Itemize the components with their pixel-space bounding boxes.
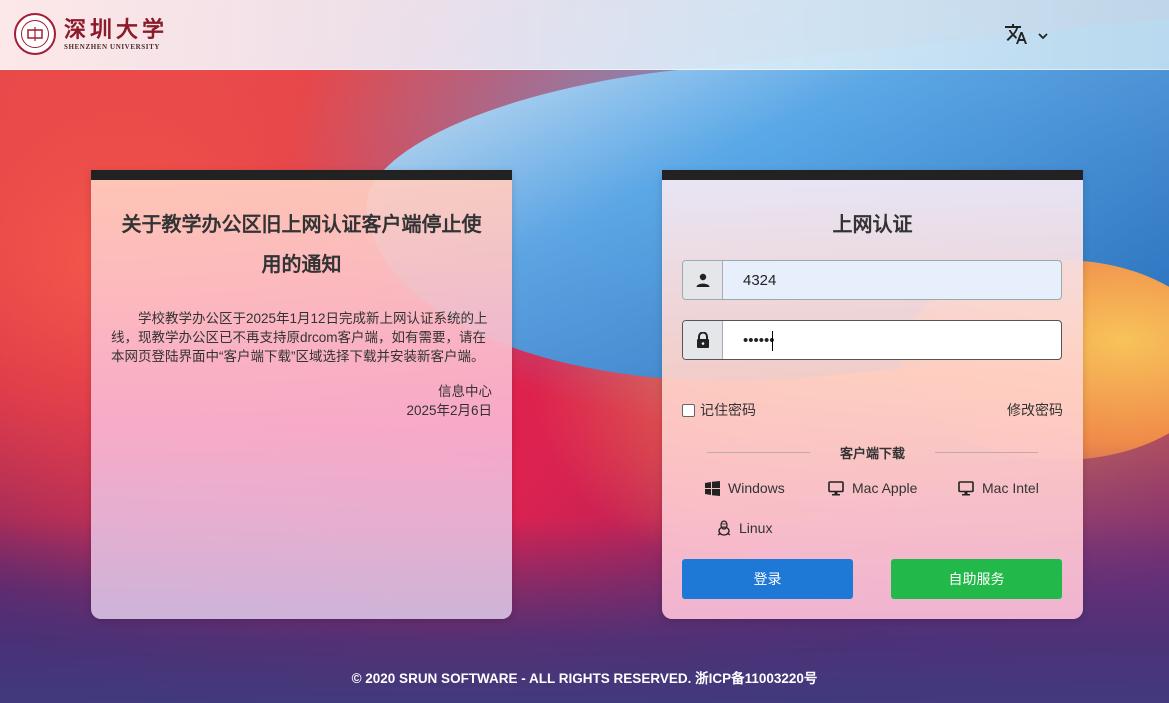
self-service-button[interactable]: 自助服务 [891, 559, 1062, 599]
login-card: 上网认证 记住密码 修改密码 客户端下载 Windows Mac Apple [662, 170, 1083, 619]
download-label: Mac Apple [852, 480, 918, 496]
login-button[interactable]: 登录 [682, 559, 853, 599]
linux-icon [717, 520, 731, 536]
download-windows[interactable]: Windows [705, 480, 785, 496]
password-input[interactable] [723, 321, 1061, 359]
footer-copyright: © 2020 SRUN SOFTWARE - ALL RIGHTS RESERV… [351, 671, 818, 686]
download-mac-apple[interactable]: Mac Apple [828, 480, 917, 496]
login-title: 上网认证 [832, 214, 913, 236]
lock-icon [683, 321, 723, 359]
user-icon [683, 261, 723, 299]
notice-card: 关于教学办公区旧上网认证客户端停止使用的通知 学校教学办公区于2025年1月12… [91, 170, 512, 619]
download-linux[interactable]: Linux [717, 520, 772, 536]
top-bar: 深圳大学 SHENZHEN UNIVERSITY [0, 0, 1169, 70]
checkbox-box[interactable] [682, 403, 695, 417]
download-section-header: 客户端下载 [707, 442, 1039, 462]
remember-password-checkbox[interactable]: 记住密码 [682, 400, 756, 420]
remember-password-label: 记住密码 [700, 402, 756, 418]
university-logo: 深圳大学 SHENZHEN UNIVERSITY [14, 13, 168, 55]
download-mac-intel[interactable]: Mac Intel [958, 480, 1039, 496]
monitor-icon [828, 480, 844, 496]
notice-title: 关于教学办公区旧上网认证客户端停止使用的通知 [121, 214, 482, 276]
monitor-icon [958, 480, 974, 496]
password-field[interactable] [682, 320, 1062, 360]
notice-body: 学校教学办公区于2025年1月12日完成新上网认证系统的上线，现教学办公区已不再… [111, 311, 488, 364]
username-field[interactable] [682, 260, 1062, 300]
translate-icon [1004, 22, 1028, 52]
language-switcher[interactable] [1004, 22, 1048, 52]
university-seal-icon [14, 13, 56, 55]
username-input[interactable] [723, 261, 1061, 299]
windows-icon [705, 480, 720, 496]
logo-english-name: SHENZHEN UNIVERSITY [64, 42, 161, 51]
notice-sign-date: 2025年2月6日 [406, 403, 492, 418]
download-label: Windows [728, 480, 785, 496]
change-password-link[interactable]: 修改密码 [1007, 400, 1063, 420]
text-caret [772, 331, 773, 351]
notice-sign-org: 信息中心 [438, 384, 492, 399]
download-title: 客户端下载 [840, 445, 906, 461]
download-label: Mac Intel [982, 480, 1039, 496]
logo-chinese-name: 深圳大学 [64, 16, 169, 43]
chevron-down-icon [1038, 30, 1048, 44]
download-label: Linux [739, 520, 773, 536]
